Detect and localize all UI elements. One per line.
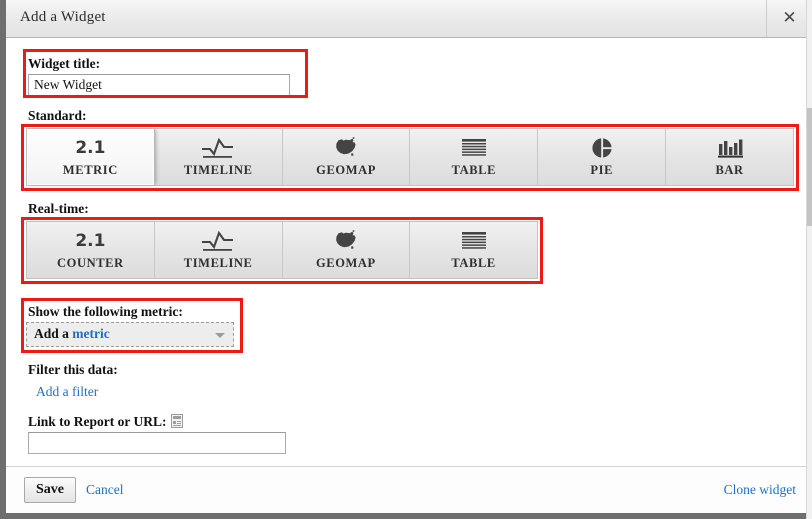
standard-widget-type-strip[interactable]: 2.1 METRIC TIMELINE GEOMAP TABLE PIE BAR <box>26 128 794 186</box>
metric-select-text: Add a metric <box>34 326 110 342</box>
dialog-footer: Save Cancel Clone widget <box>6 466 812 513</box>
widget-type-tile-geomap-realtime[interactable]: GEOMAP <box>282 222 411 278</box>
tile-label: GEOMAP <box>316 163 376 177</box>
tile-label: COUNTER <box>57 256 124 270</box>
number-2-1-icon: 2.1 <box>27 135 154 161</box>
tile-label: TABLE <box>451 163 497 177</box>
dialog-titlebar: Add a Widget ✕ <box>6 0 812 38</box>
cancel-link[interactable]: Cancel <box>86 482 123 498</box>
tile-label: GEOMAP <box>315 256 376 270</box>
dialog-body: Widget title: Standard: 2.1 METRIC TIMELIN… <box>6 38 812 466</box>
save-button[interactable]: Save <box>24 477 76 503</box>
add-filter-link[interactable]: Add a filter <box>36 384 98 400</box>
pie-chart-icon <box>538 135 665 161</box>
realtime-section-label: Real-time: <box>28 201 89 216</box>
link-to-report-label: Link to Report or URL: <box>28 414 167 429</box>
bar-chart-icon <box>666 135 793 161</box>
standard-section-label: Standard: <box>28 108 87 123</box>
add-widget-dialog: Add a Widget ✕ Widget title: Standard: 2… <box>0 0 812 519</box>
link-to-report-input[interactable] <box>28 432 286 454</box>
tile-number-text: 2.1 <box>75 231 106 251</box>
widget-type-tile-metric-standard[interactable]: 2.1 METRIC <box>27 129 155 185</box>
widget-type-tile-timeline-realtime[interactable]: TIMELINE <box>154 222 283 278</box>
tile-number-text: 2.1 <box>75 138 106 158</box>
widget-type-tile-timeline-standard[interactable]: TIMELINE <box>154 129 283 185</box>
tile-label: TABLE <box>451 256 496 270</box>
timeline-icon <box>155 228 282 254</box>
tile-label: BAR <box>715 163 744 177</box>
timeline-icon <box>155 135 282 161</box>
table-icon <box>410 135 537 161</box>
metric-link[interactable]: metric <box>72 326 109 341</box>
widget-title-label: Widget title: <box>28 56 101 71</box>
tile-label: TIMELINE <box>183 256 253 270</box>
report-icon[interactable] <box>170 414 183 428</box>
widget-type-tile-pie-standard[interactable]: PIE <box>538 129 667 185</box>
metric-prefix: Add a <box>34 326 73 341</box>
link-to-report-label-row: Link to Report or URL: <box>28 414 183 430</box>
widget-type-tile-bar-standard[interactable]: BAR <box>666 129 793 185</box>
widget-type-tile-geomap-standard[interactable]: GEOMAP <box>282 129 411 185</box>
metric-section-label: Show the following metric: <box>28 304 183 319</box>
widget-title-input[interactable] <box>28 74 290 96</box>
tile-label: METRIC <box>62 163 118 177</box>
number-2-1-icon: 2.1 <box>27 228 154 254</box>
tile-label: TIMELINE <box>183 163 253 177</box>
vertical-scrollbar-track[interactable] <box>806 0 812 519</box>
table-icon <box>410 228 537 254</box>
clone-widget-link[interactable]: Clone widget <box>724 482 796 498</box>
widget-type-tile-table-standard[interactable]: TABLE <box>410 129 539 185</box>
filter-section-label: Filter this data: <box>28 362 118 377</box>
tile-label: PIE <box>590 163 614 177</box>
chevron-down-icon <box>215 333 225 338</box>
dialog-title: Add a Widget <box>20 9 106 25</box>
vertical-scrollbar-thumb[interactable] <box>807 108 812 226</box>
geomap-icon <box>283 228 410 254</box>
widget-type-tile-table-realtime[interactable]: TABLE <box>410 222 537 278</box>
realtime-widget-type-strip[interactable]: 2.1 COUNTER TIMELINE GEOMAP TABLE <box>26 221 538 279</box>
metric-select[interactable]: Add a metric <box>26 322 234 347</box>
widget-type-tile-counter-realtime[interactable]: 2.1 COUNTER <box>27 222 155 278</box>
geomap-icon <box>283 135 410 161</box>
